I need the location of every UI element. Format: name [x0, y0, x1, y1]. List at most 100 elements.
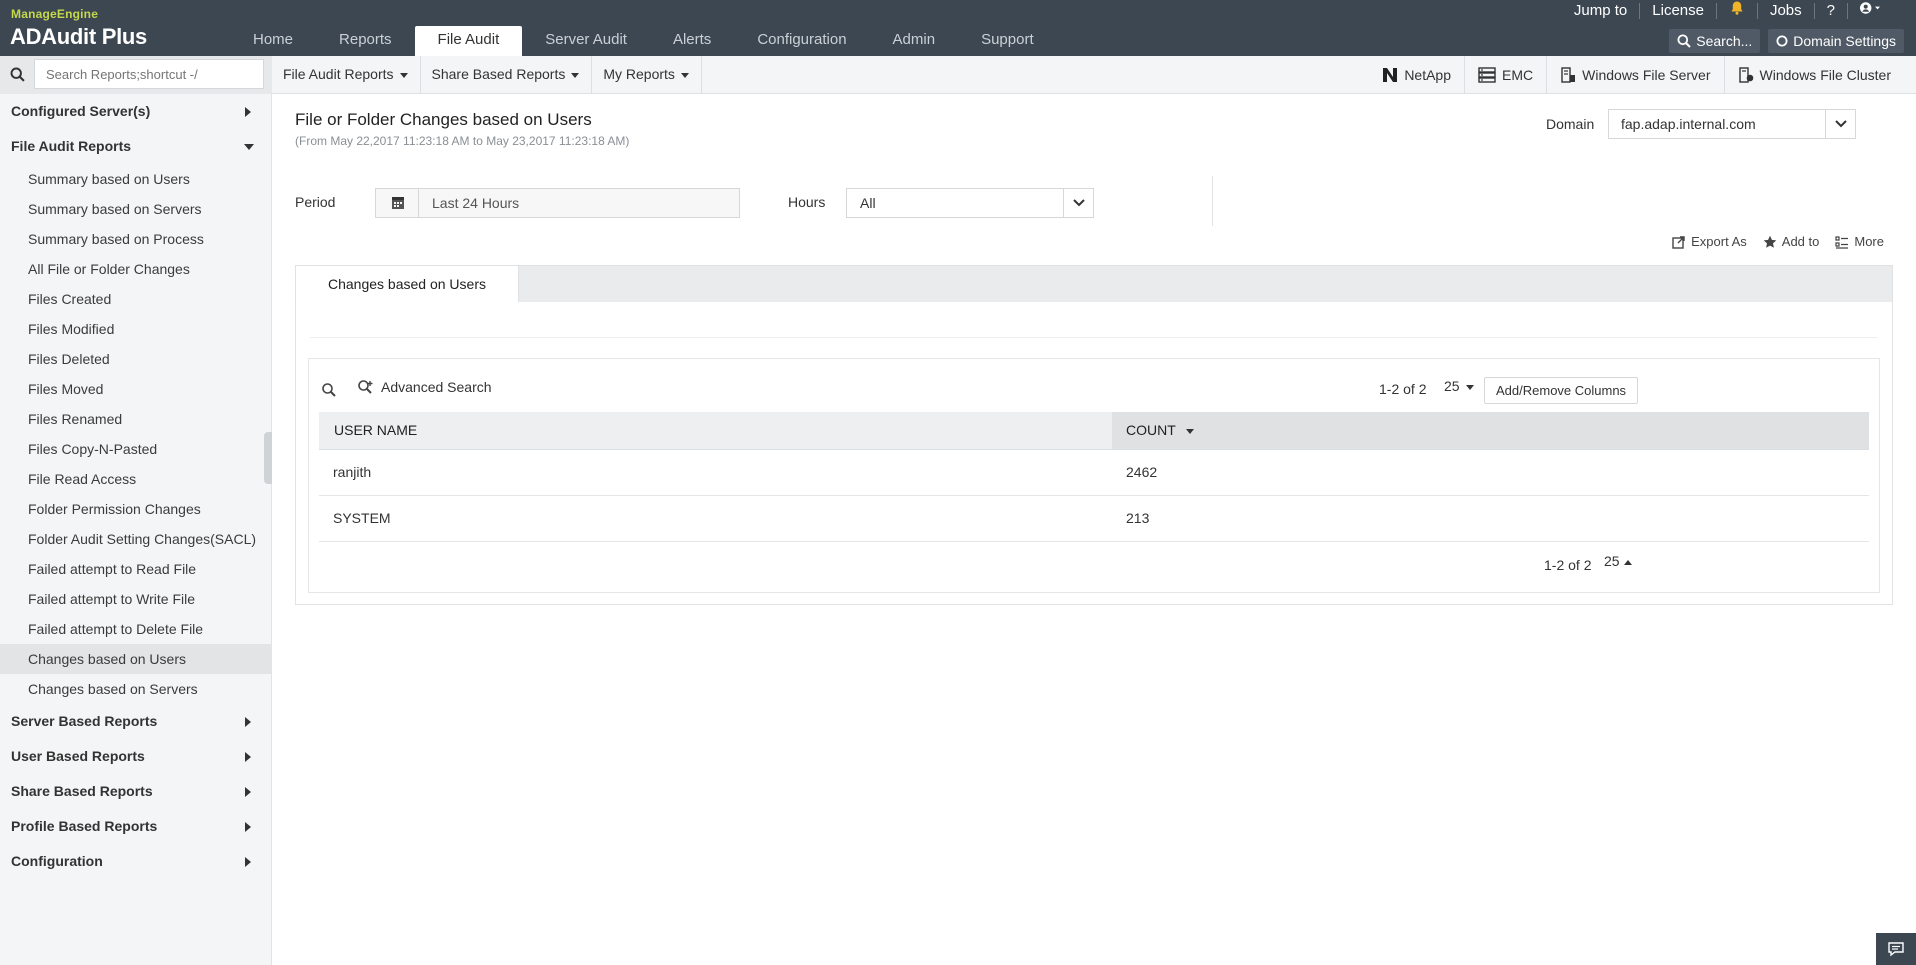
sidebar-item-summary-servers[interactable]: Summary based on Servers: [0, 194, 271, 224]
netapp-link[interactable]: NetApp: [1369, 56, 1464, 94]
sidebar-item-folder-permission-changes[interactable]: Folder Permission Changes: [0, 494, 271, 524]
chevron-right-icon: [245, 857, 251, 867]
sidebar-item-files-copy-n-pasted[interactable]: Files Copy-N-Pasted: [0, 434, 271, 464]
hours-select[interactable]: All: [846, 188, 1094, 218]
sidebar-file-audit-reports[interactable]: File Audit Reports: [0, 129, 271, 164]
domain-settings-button[interactable]: Domain Settings: [1768, 29, 1904, 53]
section-label: File Audit Reports: [11, 138, 132, 154]
sidebar-item-files-moved[interactable]: Files Moved: [0, 374, 271, 404]
divider: [1212, 176, 1213, 226]
cluster-icon: [1738, 67, 1753, 83]
emc-link[interactable]: EMC: [1464, 56, 1546, 94]
export-as-button[interactable]: Export As: [1672, 234, 1747, 249]
chevron-right-icon: [245, 107, 251, 117]
sidebar-collapse-handle[interactable]: [264, 432, 272, 484]
jobs-link[interactable]: Jobs: [1758, 0, 1814, 22]
top-links: Jump to License Jobs ?: [1562, 0, 1892, 22]
report-search-input[interactable]: [34, 59, 264, 89]
table-row[interactable]: ranjith 2462: [319, 448, 1869, 496]
pager-info: 1-2 of 2: [1379, 381, 1427, 397]
advanced-search-button[interactable]: Advanced Search: [357, 379, 492, 395]
chevron-right-icon: [245, 787, 251, 797]
chat-icon: [1888, 942, 1904, 957]
sidebar-profile-based-reports[interactable]: Profile Based Reports: [0, 809, 271, 844]
sidebar-item-summary-users[interactable]: Summary based on Users: [0, 164, 271, 194]
sidebar-item-files-created[interactable]: Files Created: [0, 284, 271, 314]
star-icon: [1763, 235, 1777, 248]
sidebar-item-failed-write[interactable]: Failed attempt to Write File: [0, 584, 271, 614]
action-label: Add to: [1781, 234, 1820, 249]
sidebar-item-changes-users[interactable]: Changes based on Users: [0, 644, 271, 674]
sidebar-share-based-reports[interactable]: Share Based Reports: [0, 774, 271, 809]
tab-support[interactable]: Support: [958, 26, 1057, 56]
page-size-select[interactable]: 25: [1444, 378, 1474, 394]
search-icon: [1677, 34, 1691, 48]
chevron-down-icon: [1825, 110, 1855, 138]
global-search-button[interactable]: Search...: [1669, 29, 1761, 53]
add-remove-columns-button[interactable]: Add/Remove Columns: [1484, 377, 1639, 404]
section-label: Profile Based Reports: [11, 818, 158, 834]
more-icon: [1835, 235, 1849, 249]
tab-changes-based-on-users[interactable]: Changes based on Users: [296, 266, 519, 303]
more-button[interactable]: More: [1835, 234, 1884, 249]
share-based-reports-menu[interactable]: Share Based Reports: [421, 56, 593, 94]
chat-button[interactable]: [1876, 933, 1916, 965]
sidebar-item-failed-delete[interactable]: Failed attempt to Delete File: [0, 614, 271, 644]
tab-file-audit[interactable]: File Audit: [414, 26, 523, 56]
tab-home[interactable]: Home: [230, 26, 316, 56]
hours-label: Hours: [788, 194, 826, 210]
page-size-select-bottom[interactable]: 25: [1604, 553, 1632, 569]
sidebar-item-file-read-access[interactable]: File Read Access: [0, 464, 271, 494]
chevron-right-icon: [245, 717, 251, 727]
vendor-label: Windows File Server: [1582, 67, 1711, 83]
file-audit-reports-menu[interactable]: File Audit Reports: [272, 56, 421, 94]
license-link[interactable]: License: [1640, 0, 1716, 22]
search-label: Search...: [1696, 33, 1753, 49]
chevron-down-icon: [1063, 189, 1093, 217]
sidebar-configuration[interactable]: Configuration: [0, 844, 271, 879]
add-to-button[interactable]: Add to: [1763, 234, 1820, 249]
domain-select[interactable]: fap.adap.internal.com: [1608, 109, 1856, 139]
windows-file-cluster-link[interactable]: Windows File Cluster: [1723, 56, 1904, 94]
chevron-down-icon: [244, 144, 254, 150]
sidebar-item-failed-read[interactable]: Failed attempt to Read File: [0, 554, 271, 584]
tab-configuration[interactable]: Configuration: [734, 26, 869, 56]
sidebar-item-files-renamed[interactable]: Files Renamed: [0, 404, 271, 434]
calendar-icon[interactable]: [376, 189, 419, 217]
jump-to-link[interactable]: Jump to: [1562, 0, 1639, 22]
report-actions: Export As Add to More: [1672, 234, 1884, 249]
caret-down-icon: [1465, 384, 1474, 390]
sidebar-user-based-reports[interactable]: User Based Reports: [0, 739, 271, 774]
search-icon: [10, 67, 25, 82]
sort-desc-icon: [1185, 429, 1194, 435]
quick-search-icon[interactable]: [321, 382, 337, 401]
period-picker[interactable]: Last 24 Hours: [375, 188, 740, 218]
tab-admin[interactable]: Admin: [870, 26, 959, 56]
tab-server-audit[interactable]: Server Audit: [522, 26, 650, 56]
report-table: USER NAME COUNT ranjith 2462 SYSTEM 213: [319, 412, 1869, 542]
user-menu[interactable]: [1848, 0, 1892, 22]
report-toolbar: File Audit Reports Share Based Reports M…: [0, 56, 1916, 94]
report-content: File or Folder Changes based on Users (F…: [272, 94, 1916, 965]
notifications-bell-icon[interactable]: [1717, 0, 1757, 23]
help-icon[interactable]: ?: [1815, 0, 1847, 22]
column-header-count[interactable]: COUNT: [1112, 412, 1869, 449]
table-row[interactable]: SYSTEM 213: [319, 495, 1869, 542]
sidebar-item-summary-process[interactable]: Summary based on Process: [0, 224, 271, 254]
sidebar-item-folder-audit-setting-changes[interactable]: Folder Audit Setting Changes(SACL): [0, 524, 271, 554]
sidebar-item-files-modified[interactable]: Files Modified: [0, 314, 271, 344]
my-reports-menu[interactable]: My Reports: [592, 56, 702, 94]
sidebar-configured-servers[interactable]: Configured Server(s): [0, 94, 271, 129]
product-logo[interactable]: ADAudit Plus: [10, 24, 147, 50]
vendor-label: NetApp: [1404, 67, 1452, 83]
export-icon: [1672, 235, 1685, 249]
sidebar-item-changes-servers[interactable]: Changes based on Servers: [0, 674, 271, 704]
sidebar-server-based-reports[interactable]: Server Based Reports: [0, 704, 271, 739]
windows-file-server-link[interactable]: Windows File Server: [1546, 56, 1723, 94]
column-header-user-name[interactable]: USER NAME: [319, 412, 1112, 449]
tab-reports[interactable]: Reports: [316, 26, 415, 56]
tab-alerts[interactable]: Alerts: [650, 26, 734, 56]
sidebar-item-files-deleted[interactable]: Files Deleted: [0, 344, 271, 374]
page-size-value: 25: [1604, 553, 1620, 569]
sidebar-item-all-changes[interactable]: All File or Folder Changes: [0, 254, 271, 284]
